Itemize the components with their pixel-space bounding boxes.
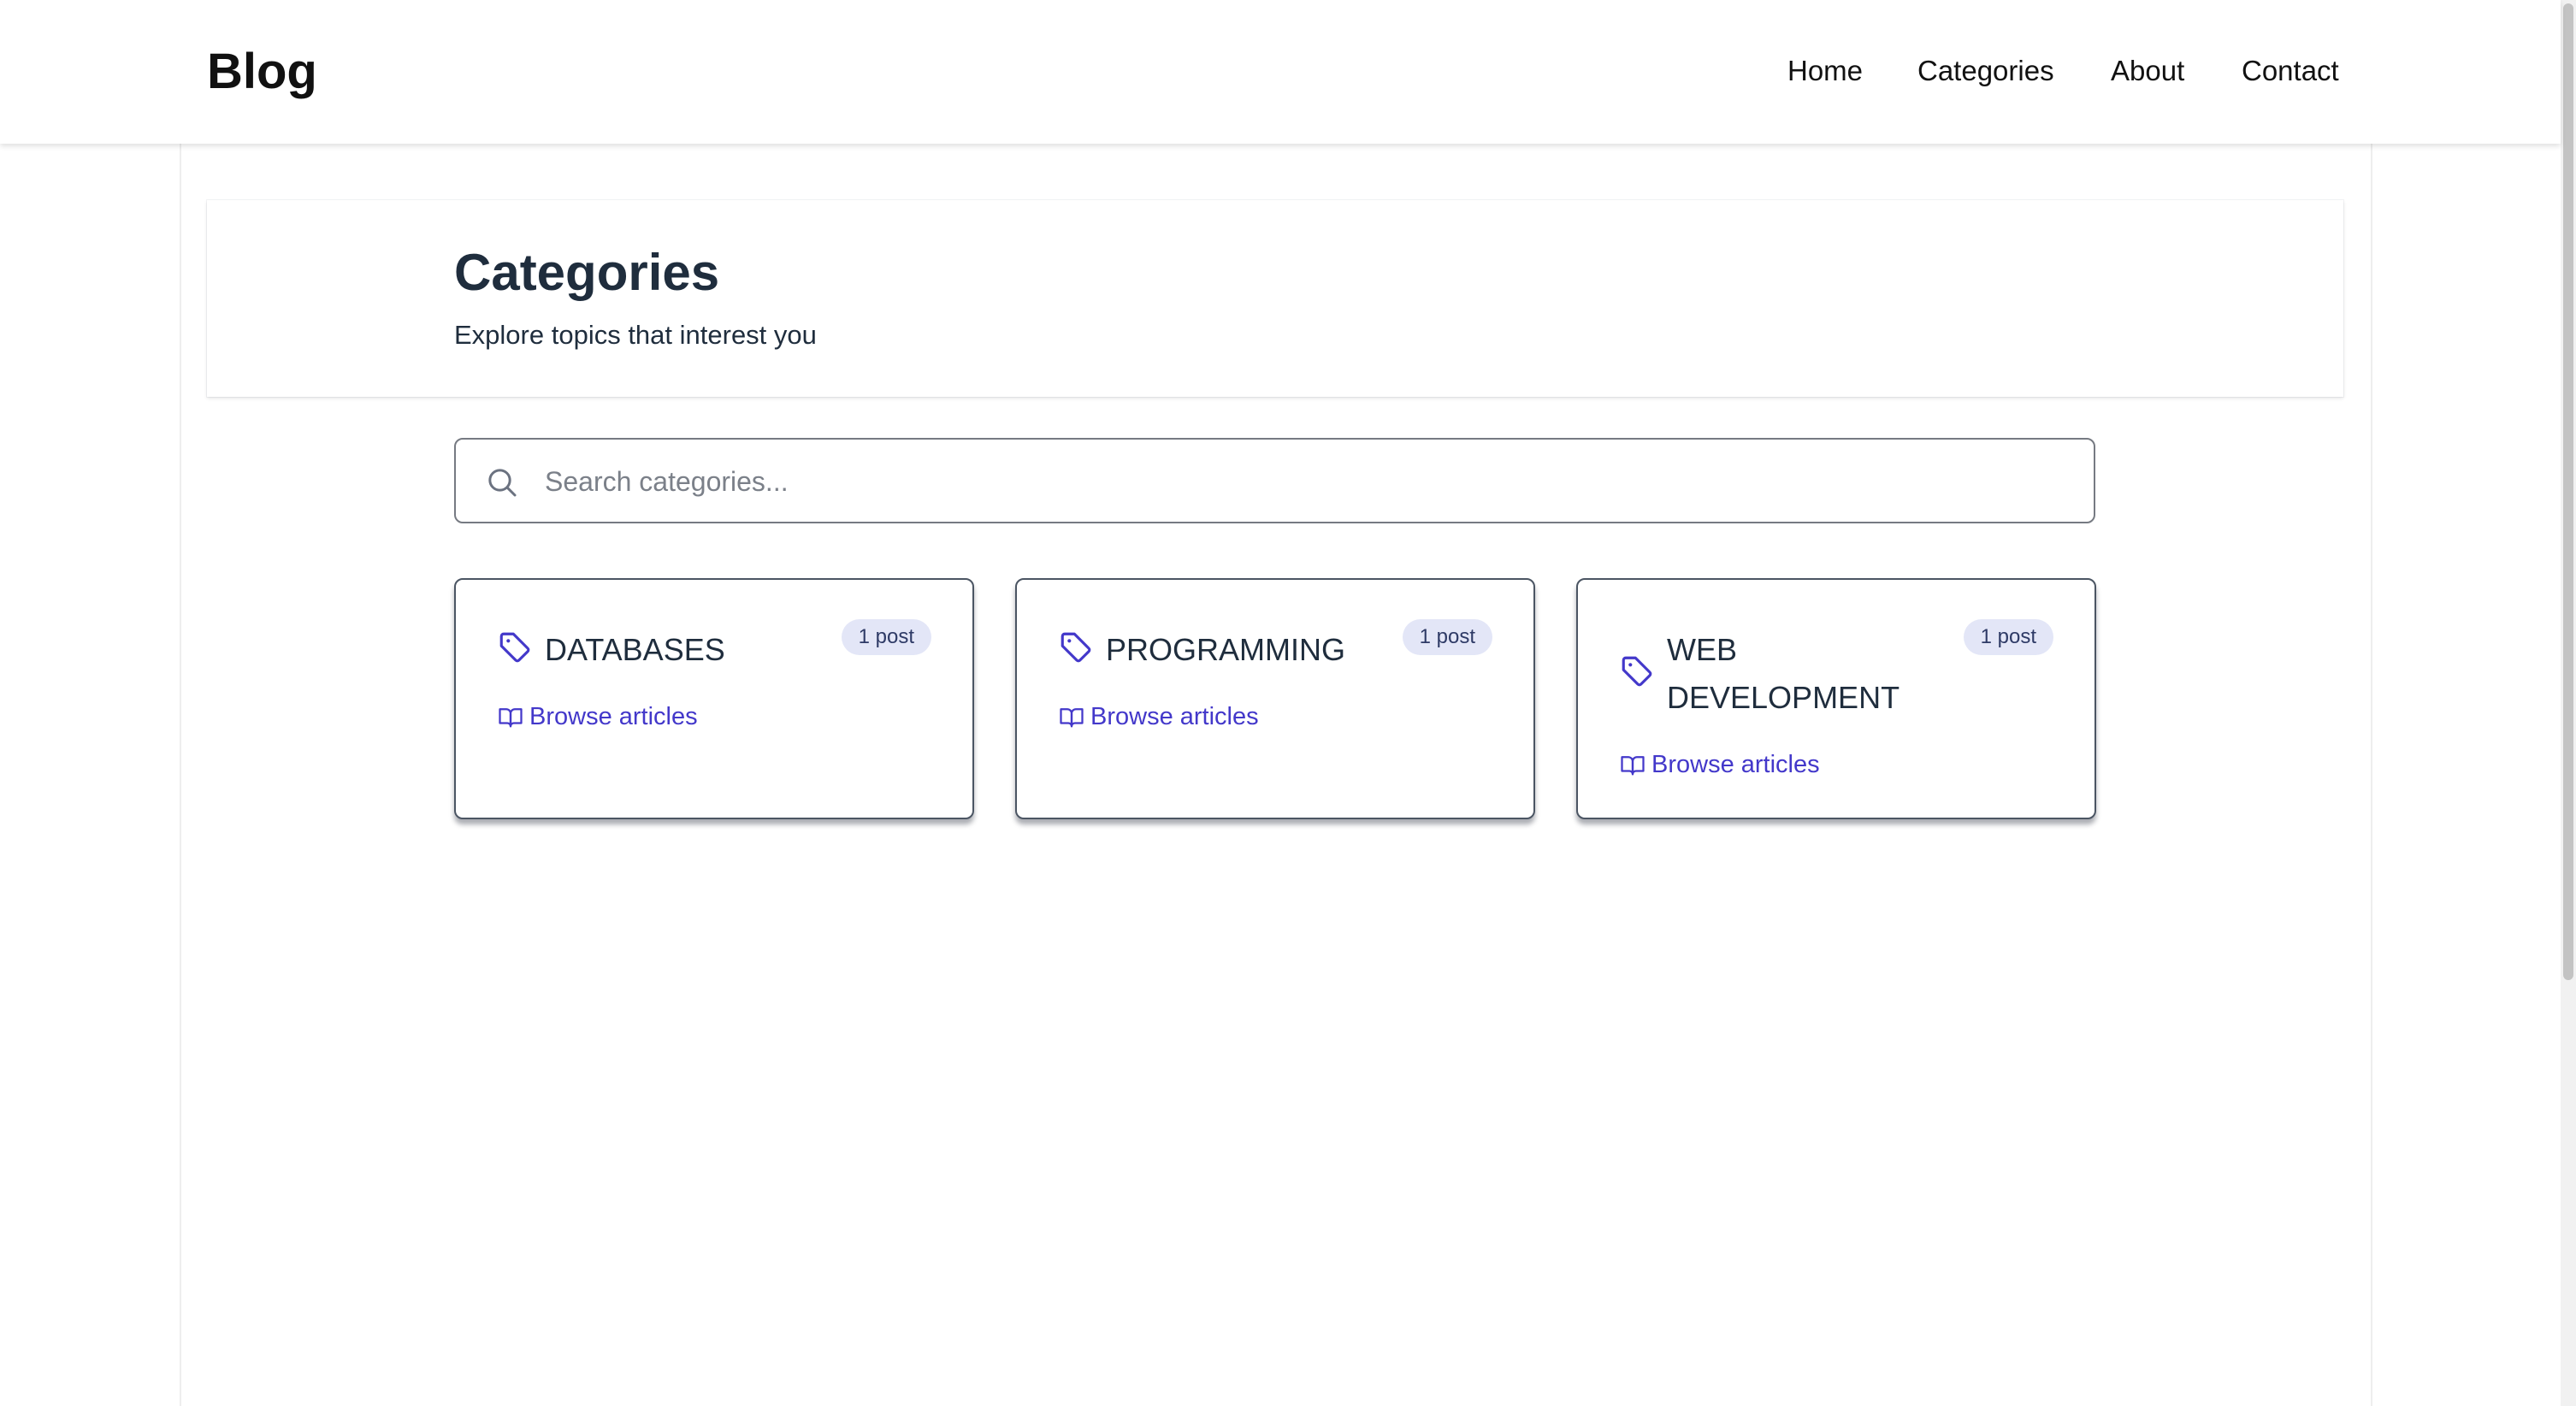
book-open-icon: [1060, 708, 1084, 728]
category-name[interactable]: WEB DEVELOPMENT: [1667, 626, 1923, 722]
search-input[interactable]: [545, 460, 2067, 503]
category-card-web-development[interactable]: WEB DEVELOPMENT 1 post Browse articles: [1576, 578, 2096, 819]
browse-articles-link[interactable]: Browse articles: [497, 700, 698, 734]
tag-icon: [499, 632, 530, 663]
category-name[interactable]: PROGRAMMING: [1106, 626, 1388, 674]
page-title: Categories: [454, 244, 720, 301]
tag-icon: [1061, 632, 1091, 663]
post-count-badge: 1 post: [1402, 619, 1492, 655]
browse-articles-label: Browse articles: [1090, 703, 1259, 730]
tag-icon: [1622, 656, 1652, 687]
main-nav: Home Categories About Contact: [0, 55, 2561, 92]
page: Blog Home Categories About Contact Categ…: [0, 0, 2576, 1406]
browse-articles-link[interactable]: Browse articles: [1619, 747, 1820, 782]
nav-contact[interactable]: Contact: [2242, 55, 2339, 87]
book-open-icon: [499, 708, 523, 728]
page-hero: Categories Explore topics that interest …: [207, 200, 2343, 397]
vertical-scrollbar[interactable]: [2561, 0, 2576, 1406]
nav-home[interactable]: Home: [1787, 55, 1863, 87]
nav-about[interactable]: About: [2111, 55, 2184, 87]
browse-articles-link[interactable]: Browse articles: [1058, 700, 1259, 734]
site-header: Blog Home Categories About Contact: [0, 0, 2561, 144]
page-subtitle: Explore topics that interest you: [454, 320, 817, 350]
nav-categories[interactable]: Categories: [1917, 55, 2054, 87]
category-card-programming[interactable]: PROGRAMMING 1 post Browse articles: [1015, 578, 1535, 819]
browse-articles-label: Browse articles: [1651, 751, 1820, 778]
book-open-icon: [1621, 756, 1645, 776]
browse-articles-label: Browse articles: [529, 703, 698, 730]
category-name[interactable]: DATABASES: [545, 626, 827, 674]
post-count-badge: 1 post: [841, 619, 931, 655]
post-count-badge: 1 post: [1963, 619, 2053, 655]
scrollbar-thumb[interactable]: [2563, 3, 2573, 980]
search-icon: [488, 469, 517, 497]
search-box[interactable]: [454, 438, 2095, 523]
category-card-databases[interactable]: DATABASES 1 post Browse articles: [454, 578, 974, 819]
